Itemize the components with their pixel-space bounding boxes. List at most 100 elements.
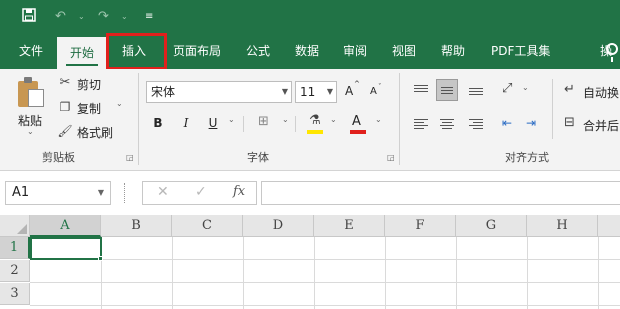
select-all-button[interactable] bbox=[0, 215, 30, 237]
bottom-align-button[interactable] bbox=[465, 79, 487, 101]
align-left-button[interactable] bbox=[410, 113, 432, 135]
middle-align-button[interactable] bbox=[436, 79, 458, 101]
clipboard-launcher-icon[interactable]: ◲ bbox=[126, 153, 134, 162]
tab-tell-me[interactable]: 操 bbox=[600, 34, 612, 69]
orientation-dropdown-icon[interactable]: ⌄ bbox=[522, 83, 529, 92]
formula-bar: A1 ▼ ✕ ✓ fx bbox=[0, 171, 620, 215]
tab-file[interactable]: 文件 bbox=[19, 34, 43, 69]
cell-a1[interactable] bbox=[30, 237, 102, 260]
merge-center-button[interactable]: 合并后 bbox=[583, 117, 619, 134]
worksheet-grid[interactable]: A B C D E F G H 1 2 3 bbox=[0, 215, 620, 309]
paste-icon[interactable] bbox=[18, 77, 44, 107]
column-header-g[interactable]: G bbox=[456, 215, 527, 237]
row-header-3[interactable]: 3 bbox=[0, 283, 30, 305]
font-size-select[interactable]: 11 ▼ bbox=[295, 81, 337, 103]
column-header-a[interactable]: A bbox=[30, 215, 101, 237]
orientation-icon[interactable]: ⤢ bbox=[502, 81, 512, 96]
format-painter-button[interactable]: 格式刷 bbox=[77, 124, 113, 141]
column-header-b[interactable]: B bbox=[101, 215, 172, 237]
column-header-i[interactable] bbox=[598, 215, 620, 237]
paste-dropdown-icon[interactable]: ⌄ bbox=[27, 127, 34, 136]
highlight-box bbox=[106, 33, 167, 70]
copy-icon[interactable]: ❐ bbox=[57, 99, 73, 115]
row-header-2[interactable]: 2 bbox=[0, 260, 30, 282]
fill-color-swatch bbox=[307, 130, 323, 134]
merge-center-icon[interactable]: ⊟ bbox=[564, 115, 575, 130]
fill-handle[interactable] bbox=[98, 256, 103, 261]
redo-icon[interactable]: ↷ bbox=[98, 8, 109, 26]
copy-dropdown-icon[interactable]: ⌄ bbox=[116, 99, 123, 108]
fill-color-icon[interactable]: ⚗ bbox=[309, 113, 321, 128]
formula-input[interactable] bbox=[261, 181, 620, 205]
redo-dropdown-icon[interactable]: ⌄ bbox=[121, 8, 128, 26]
chevron-down-icon: ▼ bbox=[97, 188, 104, 197]
column-header-d[interactable]: D bbox=[243, 215, 314, 237]
grid-line bbox=[314, 237, 315, 309]
decrease-indent-icon[interactable]: ⇤ bbox=[502, 116, 512, 130]
borders-dropdown-icon[interactable]: ⌄ bbox=[282, 115, 289, 124]
grid-line bbox=[527, 237, 528, 309]
decrease-caret-icon: ˇ bbox=[378, 83, 382, 91]
fill-color-dropdown-icon[interactable]: ⌄ bbox=[330, 115, 337, 124]
format-painter-icon[interactable]: 🖌 bbox=[57, 123, 73, 139]
font-name-select[interactable]: 宋体 ▼ bbox=[146, 81, 292, 103]
font-color-dropdown-icon[interactable]: ⌄ bbox=[375, 115, 382, 124]
increase-indent-icon[interactable]: ⇥ bbox=[526, 116, 536, 130]
column-header-f[interactable]: F bbox=[385, 215, 456, 237]
column-header-c[interactable]: C bbox=[172, 215, 243, 237]
bold-button[interactable]: B bbox=[150, 116, 166, 130]
font-size-value: 11 bbox=[300, 85, 316, 99]
underline-button[interactable]: U bbox=[205, 116, 221, 130]
font-divider bbox=[295, 116, 296, 132]
grid-line bbox=[243, 237, 244, 309]
undo-dropdown-icon[interactable]: ⌄ bbox=[78, 8, 85, 26]
scissors-icon[interactable]: ✂ bbox=[57, 75, 73, 91]
clipboard-group-label: 剪贴板 bbox=[42, 151, 75, 164]
excel-window: ↶ ⌄ ↷ ⌄ ≡ 文件 开始 插入 页面布局 公式 数据 审阅 视图 帮助 P… bbox=[0, 0, 620, 309]
insert-function-icon[interactable]: fx bbox=[233, 184, 245, 199]
align-right-button[interactable] bbox=[465, 113, 487, 135]
wrap-text-button[interactable]: 自动换 bbox=[583, 84, 619, 101]
cancel-icon[interactable]: ✕ bbox=[157, 184, 169, 200]
cut-button[interactable]: 剪切 bbox=[77, 76, 101, 93]
grid-line bbox=[598, 237, 599, 309]
row-header-1[interactable]: 1 bbox=[0, 237, 30, 259]
undo-icon[interactable]: ↶ bbox=[55, 8, 66, 26]
tab-pdf-tools[interactable]: PDF工具集 bbox=[491, 34, 550, 69]
font-launcher-icon[interactable]: ◲ bbox=[387, 153, 395, 162]
tab-formulas[interactable]: 公式 bbox=[246, 34, 270, 69]
top-align-button[interactable] bbox=[410, 79, 432, 101]
alignment-group-label: 对齐方式 bbox=[505, 151, 549, 164]
underline-dropdown-icon[interactable]: ⌄ bbox=[228, 115, 235, 124]
tab-page-layout[interactable]: 页面布局 bbox=[173, 34, 221, 69]
chevron-down-icon: ▼ bbox=[326, 87, 333, 96]
tab-review[interactable]: 审阅 bbox=[343, 34, 367, 69]
group-divider bbox=[138, 73, 139, 165]
customize-quick-access-icon[interactable]: ≡ bbox=[145, 8, 153, 26]
name-box[interactable]: A1 ▼ bbox=[5, 181, 111, 205]
tab-help[interactable]: 帮助 bbox=[441, 34, 465, 69]
align-center-button[interactable] bbox=[436, 113, 458, 135]
borders-icon[interactable]: ⊞ bbox=[258, 114, 269, 129]
increase-font-size-button[interactable]: A bbox=[345, 84, 353, 98]
chevron-down-icon: ▼ bbox=[281, 87, 288, 96]
italic-button[interactable]: I bbox=[178, 116, 194, 130]
font-color-button[interactable]: A bbox=[352, 114, 361, 129]
group-divider bbox=[399, 73, 400, 165]
decrease-font-size-button[interactable]: A bbox=[370, 86, 377, 97]
enter-icon[interactable]: ✓ bbox=[195, 184, 207, 200]
name-box-value: A1 bbox=[12, 185, 30, 200]
font-group-label: 字体 bbox=[247, 151, 269, 164]
column-header-h[interactable]: H bbox=[527, 215, 598, 237]
column-header-e[interactable]: E bbox=[314, 215, 385, 237]
copy-button[interactable]: 复制 bbox=[77, 100, 101, 117]
wrap-text-icon[interactable]: ↵ bbox=[564, 82, 575, 97]
save-icon[interactable] bbox=[22, 8, 36, 28]
grid-line bbox=[456, 237, 457, 309]
tab-data[interactable]: 数据 bbox=[295, 34, 319, 69]
tab-view[interactable]: 视图 bbox=[392, 34, 416, 69]
increase-caret-icon: ^ bbox=[354, 80, 360, 88]
tab-home[interactable]: 开始 bbox=[57, 37, 107, 69]
grid-line bbox=[30, 305, 620, 306]
formula-bar-grip[interactable] bbox=[124, 183, 126, 203]
